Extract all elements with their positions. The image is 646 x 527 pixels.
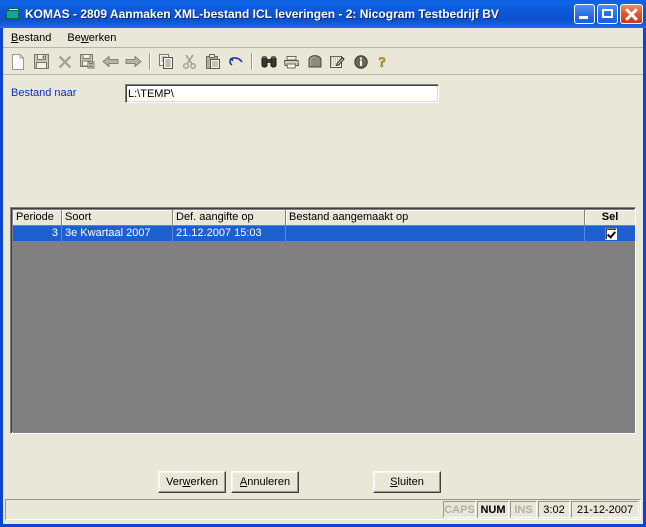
column-header-soort[interactable]: Soort — [62, 210, 173, 226]
client-area: Bestand Bewerken ? Bestand naar L:\TEMP\… — [3, 28, 643, 524]
leveringen-grid[interactable]: Periode Soort Def. aangifte op Bestand a… — [10, 207, 636, 434]
info-icon[interactable] — [349, 51, 372, 73]
column-header-sel[interactable]: Sel — [585, 210, 635, 226]
cut-scissors-icon[interactable] — [178, 51, 201, 73]
table-row[interactable]: 3 3e Kwartaal 2007 21.12.2007 15:03 — [13, 226, 635, 241]
column-header-bestand-aangemaakt-op[interactable]: Bestand aangemaakt op — [286, 210, 585, 226]
window-title: KOMAS - 2809 Aanmaken XML-bestand ICL le… — [25, 7, 499, 21]
status-time: 3:02 — [538, 501, 570, 518]
menu-item-bewerken[interactable]: Bewerken — [59, 30, 124, 46]
help-question-icon[interactable]: ? — [372, 51, 395, 73]
annuleren-button[interactable]: Annuleren — [231, 471, 299, 493]
column-header-def-aangifte-op[interactable]: Def. aangifte op — [173, 210, 286, 226]
close-button[interactable] — [620, 4, 643, 24]
copy-icon[interactable] — [155, 51, 178, 73]
status-caps: CAPS — [443, 501, 476, 518]
cell-def-aangifte-op: 21.12.2007 15:03 — [173, 226, 286, 241]
undo-arrow-icon[interactable] — [224, 51, 247, 73]
window-controls — [574, 4, 643, 24]
cell-sel[interactable] — [585, 226, 635, 241]
title-bar: KOMAS - 2809 Aanmaken XML-bestand ICL le… — [0, 0, 646, 28]
maximize-button[interactable] — [597, 4, 618, 24]
bestand-naar-input[interactable] — [125, 84, 439, 103]
cell-bestand-aangemaakt-op — [286, 226, 585, 241]
sel-checkbox[interactable] — [604, 228, 617, 240]
toolbar-separator-1 — [149, 53, 151, 70]
save-icon[interactable] — [30, 51, 53, 73]
minimize-button[interactable] — [574, 4, 595, 24]
grid-inner: Periode Soort Def. aangifte op Bestand a… — [13, 210, 635, 433]
save-as-icon[interactable] — [76, 51, 99, 73]
sluiten-button-label: Sluiten — [390, 476, 424, 488]
sluiten-button[interactable]: Sluiten — [373, 471, 441, 493]
verwerken-button[interactable]: Verwerken — [158, 471, 226, 493]
svg-text:?: ? — [379, 55, 387, 69]
verwerken-button-label: Verwerken — [166, 476, 218, 488]
cell-soort: 3e Kwartaal 2007 — [62, 226, 173, 241]
cell-periode: 3 — [13, 226, 62, 241]
application-window: KOMAS - 2809 Aanmaken XML-bestand ICL le… — [0, 0, 646, 527]
folder-icon — [5, 7, 21, 22]
status-date: 21-12-2007 — [571, 501, 639, 518]
delete-x-icon[interactable] — [53, 51, 76, 73]
status-num: NUM — [477, 501, 509, 518]
menu-bar: Bestand Bewerken — [3, 28, 643, 48]
status-ins: INS — [510, 501, 537, 518]
toolbar: ? — [3, 49, 643, 75]
grid-empty-area — [13, 241, 635, 433]
column-header-periode[interactable]: Periode — [13, 210, 62, 226]
arrow-right-icon[interactable] — [122, 51, 145, 73]
arrow-left-icon[interactable] — [99, 51, 122, 73]
toolbar-separator-2 — [251, 53, 253, 70]
print-preview-icon[interactable] — [303, 51, 326, 73]
find-binoculars-icon[interactable] — [257, 51, 280, 73]
print-icon[interactable] — [280, 51, 303, 73]
bestand-naar-label: Bestand naar — [11, 87, 77, 99]
grid-header-row: Periode Soort Def. aangifte op Bestand a… — [13, 210, 635, 226]
annuleren-button-label: Annuleren — [239, 476, 291, 488]
paste-clipboard-icon[interactable] — [201, 51, 224, 73]
status-bar: CAPS NUM INS 3:02 21-12-2007 — [5, 499, 641, 520]
new-document-icon[interactable] — [7, 51, 30, 73]
menu-item-bestand[interactable]: Bestand — [3, 30, 59, 46]
edit-note-icon[interactable] — [326, 51, 349, 73]
